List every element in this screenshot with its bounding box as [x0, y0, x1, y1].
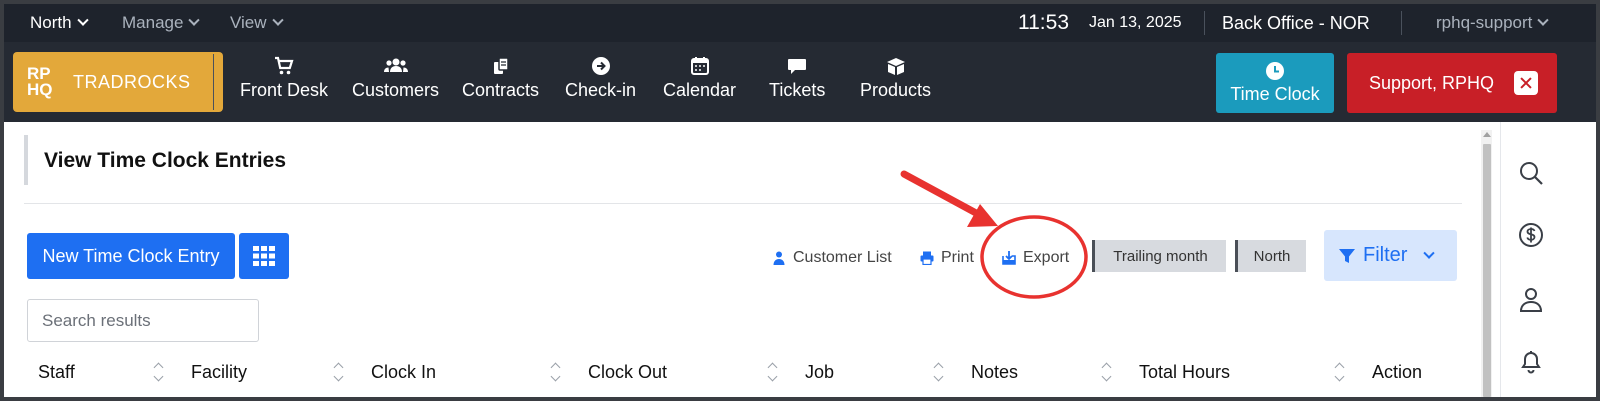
cart-icon	[275, 56, 294, 75]
title-accent	[24, 135, 28, 185]
sort-icon[interactable]	[1101, 360, 1113, 384]
manage-label: Manage	[122, 13, 184, 32]
export-link[interactable]: Export	[1002, 246, 1069, 270]
location-label: North	[30, 13, 72, 32]
funnel-icon	[1339, 248, 1355, 263]
chevron-down-icon	[271, 14, 284, 26]
export-label: Export	[1023, 249, 1070, 266]
scrollbar-thumb[interactable]	[1483, 144, 1491, 397]
column-header-notes[interactable]: Notes	[971, 360, 1018, 384]
view-label: View	[230, 13, 267, 32]
search-input[interactable]	[27, 299, 259, 342]
clock-time: 11:53	[1018, 11, 1069, 34]
filter-button[interactable]: Filter	[1324, 230, 1457, 281]
divider	[213, 54, 214, 110]
print-link[interactable]: Print	[920, 246, 974, 270]
chevron-down-icon	[1423, 247, 1436, 259]
scroll-up-arrow[interactable]	[1483, 132, 1491, 137]
filter-label: Filter	[1363, 244, 1408, 266]
manage-menu[interactable]: Manage	[122, 4, 201, 42]
column-header-clock-out[interactable]: Clock Out	[588, 360, 667, 384]
grid-icon	[253, 246, 275, 266]
chat-icon	[788, 59, 807, 74]
location-filter[interactable]: North	[1235, 240, 1306, 272]
sort-icon[interactable]	[333, 360, 345, 384]
clock-date: Jan 13, 2025	[1089, 14, 1182, 31]
export-icon	[1002, 251, 1016, 265]
dollar-icon[interactable]	[1518, 222, 1544, 248]
column-header-job[interactable]: Job	[805, 360, 834, 384]
main-nav: RP HQ TRADROCKS Front Desk Customers Con…	[4, 42, 1596, 122]
nav-label: Tickets	[769, 80, 826, 100]
customer-list-link[interactable]: Customer List	[772, 246, 892, 270]
sort-icon[interactable]	[550, 360, 562, 384]
logo-name: TRADROCKS	[73, 71, 191, 92]
divider	[24, 203, 1462, 204]
office-name: Back Office - NOR	[1222, 12, 1370, 33]
time-clock-label: Time Clock	[1230, 84, 1320, 104]
location-dropdown[interactable]: North	[30, 4, 89, 42]
user-menu[interactable]: rphq-support	[1436, 4, 1550, 42]
top-bar: North Manage View 11:53 Jan 13, 2025 Bac…	[4, 4, 1596, 42]
sort-icon[interactable]	[153, 360, 165, 384]
arrow-circle-icon	[591, 57, 610, 75]
divider	[1204, 11, 1205, 35]
nav-label: Products	[860, 80, 932, 100]
nav-label: Calendar	[663, 80, 737, 100]
support-label: Support, RPHQ	[1369, 72, 1495, 93]
print-label: Print	[941, 249, 974, 266]
column-header-facility[interactable]: Facility	[191, 360, 247, 384]
nav-check-in[interactable]: Check-in	[565, 56, 636, 112]
support-session-button[interactable]: Support, RPHQ	[1347, 53, 1557, 113]
sort-icon[interactable]	[933, 360, 945, 384]
time-clock-button[interactable]: Time Clock	[1216, 53, 1334, 113]
print-icon	[920, 251, 934, 265]
date-range-filter[interactable]: Trailing month	[1092, 240, 1226, 272]
chevron-down-icon	[1537, 14, 1550, 26]
bell-icon[interactable]	[1518, 348, 1544, 374]
logo-mark: RP HQ	[27, 65, 63, 99]
nav-calendar[interactable]: Calendar	[663, 56, 736, 112]
users-icon	[383, 58, 408, 72]
user-label: rphq-support	[1436, 13, 1533, 32]
nav-label: Front Desk	[240, 80, 329, 100]
arrowhead	[967, 204, 998, 227]
divider	[1401, 11, 1402, 35]
nav-label: Check-in	[565, 80, 637, 100]
column-header-action: Action	[1372, 361, 1423, 382]
brand-logo[interactable]: RP HQ TRADROCKS	[13, 52, 223, 112]
pointer-arrow	[900, 170, 980, 217]
view-menu[interactable]: View	[230, 4, 284, 42]
chevron-down-icon	[188, 14, 201, 26]
grid-view-button[interactable]	[239, 233, 289, 279]
nav-label: Contracts	[462, 80, 540, 100]
sort-icon[interactable]	[1334, 360, 1346, 384]
page-title: View Time Clock Entries	[44, 149, 286, 172]
close-icon[interactable]	[1514, 71, 1539, 95]
chevron-down-icon	[76, 14, 89, 26]
column-header-total-hours[interactable]: Total Hours	[1139, 360, 1230, 384]
right-rail	[1500, 122, 1596, 397]
person-icon[interactable]	[1518, 286, 1544, 312]
column-header-staff[interactable]: Staff	[38, 360, 75, 384]
contracts-icon	[493, 57, 509, 74]
calendar-icon	[690, 57, 709, 75]
nav-customers[interactable]: Customers	[352, 56, 439, 112]
new-time-clock-entry-button[interactable]: New Time Clock Entry	[27, 233, 235, 279]
column-header-clock-in[interactable]: Clock In	[371, 360, 436, 384]
clock-icon	[1266, 62, 1284, 80]
nav-front-desk[interactable]: Front Desk	[240, 56, 328, 112]
app-window: North Manage View 11:53 Jan 13, 2025 Bac…	[4, 4, 1596, 397]
nav-tickets[interactable]: Tickets	[769, 56, 825, 112]
user-icon	[773, 251, 785, 265]
nav-label: Customers	[352, 80, 440, 100]
box-icon	[886, 58, 905, 75]
search-icon[interactable]	[1518, 160, 1544, 186]
logo-mark-line2: HQ	[27, 80, 53, 99]
nav-products[interactable]: Products	[860, 56, 931, 112]
nav-contracts[interactable]: Contracts	[462, 56, 539, 112]
sort-icon[interactable]	[767, 360, 779, 384]
customer-list-label: Customer List	[793, 249, 892, 266]
